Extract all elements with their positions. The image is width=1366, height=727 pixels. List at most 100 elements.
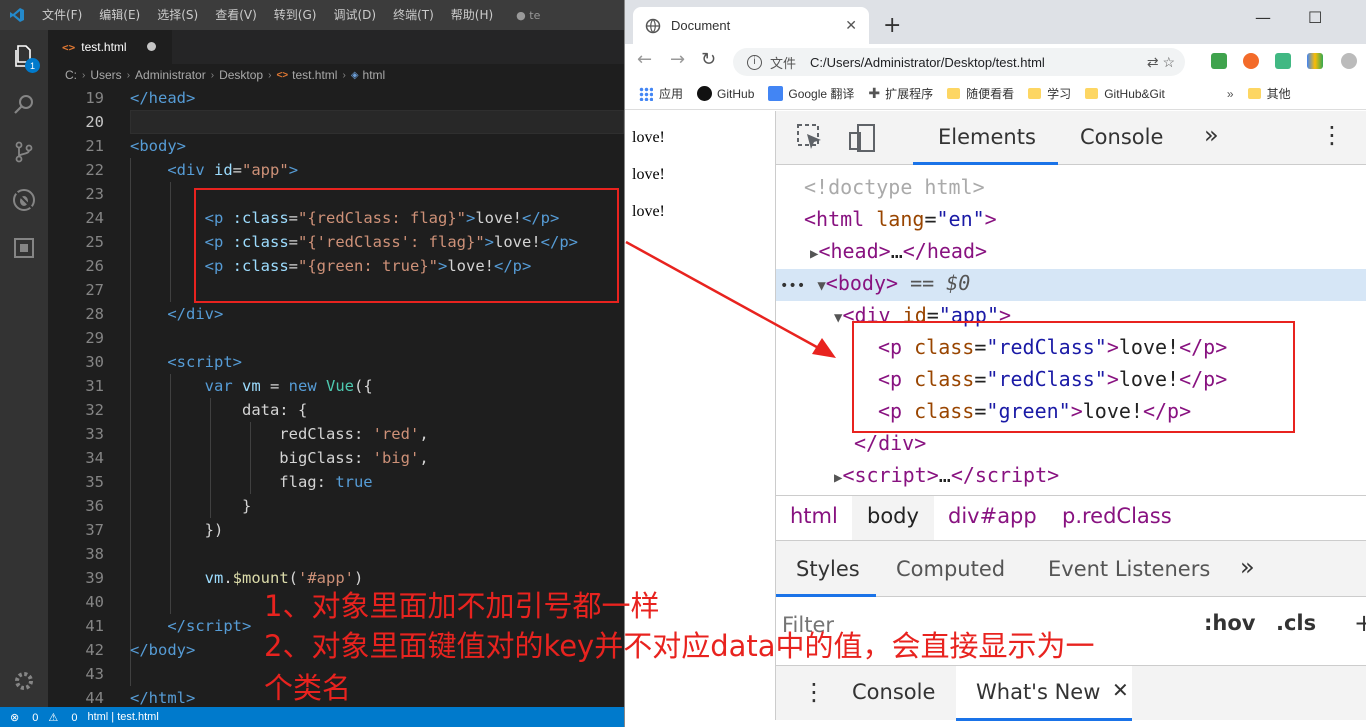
activity-bar: 1 [0, 30, 48, 707]
menu-debug[interactable]: 调试(D) [325, 0, 385, 30]
cls-toggle[interactable]: .cls [1276, 611, 1316, 635]
close-drawer-tab-icon[interactable]: ✕ [1112, 678, 1129, 702]
more-bookmarks-icon[interactable]: » [1227, 87, 1234, 101]
code-highlight-box [194, 188, 619, 303]
forward-arrow-icon[interactable]: → [670, 49, 685, 70]
crumb-div-app[interactable]: div#app [948, 504, 1037, 528]
breadcrumb-item[interactable]: Administrator [135, 68, 206, 82]
code-line: 37 }) [85, 521, 224, 539]
address-url: C:/Users/Administrator/Desktop/test.html [810, 54, 1045, 70]
gear-icon [15, 672, 33, 690]
minimize-button[interactable]: — [1255, 8, 1271, 27]
adblock-extension-icon[interactable] [1211, 53, 1227, 69]
annotation-note-2: 2、对象里面键值对的key并不对应data中的值，会直接显示为一 [264, 629, 1095, 663]
browser-tab[interactable]: Document ✕ [633, 7, 869, 44]
maximize-button[interactable]: ☐ [1308, 8, 1322, 27]
infinity-extension-icon[interactable] [1243, 53, 1259, 69]
unsaved-dot-icon[interactable] [147, 42, 156, 51]
drawer-tab-console[interactable]: Console [852, 680, 935, 704]
debug-icon [13, 189, 35, 211]
debug-button[interactable] [0, 176, 48, 224]
code-line: 22 <div id="app"> [85, 161, 299, 179]
bookmark-folder[interactable]: 随便看看 [947, 85, 1014, 102]
status-crumb[interactable]: html | test.html [87, 711, 158, 723]
bookmark-extensions[interactable]: ✚ 扩展程序 [868, 85, 933, 102]
translate-star-icons[interactable]: ⇄ ☆ [1147, 54, 1175, 71]
tab-label: test.html [81, 40, 127, 54]
inspect-element-icon[interactable] [796, 123, 824, 151]
menu-terminal[interactable]: 终端(T) [385, 0, 443, 30]
settings-button[interactable] [0, 657, 48, 705]
tab-console[interactable]: Console [1080, 125, 1163, 149]
hov-toggle[interactable]: :hov [1204, 611, 1255, 635]
editor-tabs: <> test.html [48, 30, 624, 64]
explorer-button[interactable]: 1 [0, 32, 48, 80]
more-tabs-icon[interactable]: » [1240, 553, 1255, 581]
breadcrumb-item[interactable]: Users [90, 68, 121, 82]
address-bar[interactable]: i 文件 C:/Users/Administrator/Desktop/test… [733, 48, 1185, 76]
device-toggle-icon[interactable] [848, 123, 878, 153]
info-icon[interactable]: i [747, 54, 762, 70]
menu-file[interactable]: 文件(F) [34, 0, 91, 30]
extensions-button[interactable] [0, 224, 48, 272]
menu-help[interactable]: 帮助(H) [443, 0, 502, 30]
crumb-p-redclass[interactable]: p.redClass [1062, 504, 1172, 528]
menu-bar: 文件(F) 编辑(E) 选择(S) 查看(V) 转到(G) 调试(D) 终端(T… [34, 0, 502, 30]
errors-status[interactable]: ⊗ 0 [10, 711, 38, 724]
drawer-tab-whats-new[interactable]: What's New [976, 680, 1100, 704]
tab-elements[interactable]: Elements [938, 125, 1036, 149]
crumb-body[interactable]: body [867, 504, 919, 528]
extensions-icon [14, 238, 34, 258]
folder-icon [1247, 88, 1261, 99]
tab-event-listeners[interactable]: Event Listeners [1048, 557, 1210, 581]
extension-icon[interactable] [1307, 53, 1323, 69]
search-button[interactable] [0, 80, 48, 128]
tab-computed[interactable]: Computed [896, 557, 1005, 581]
reload-icon[interactable]: ↻ [701, 49, 716, 70]
source-control-button[interactable] [0, 128, 48, 176]
breadcrumb-item[interactable]: html [363, 68, 386, 82]
vue-devtools-icon[interactable] [1275, 53, 1291, 69]
html-file-icon: <> [62, 40, 76, 54]
bookmark-folder[interactable]: GitHub&Git [1085, 87, 1165, 101]
menu-edit[interactable]: 编辑(E) [91, 0, 149, 30]
bookmark-apps[interactable]: 应用 [639, 85, 683, 102]
tab-styles[interactable]: Styles [796, 557, 860, 581]
menu-view[interactable]: 查看(V) [207, 0, 266, 30]
close-tab-icon[interactable]: ✕ [845, 17, 857, 34]
dom-node[interactable]: ▶<script>…</script> [834, 459, 1059, 491]
new-tab-button[interactable]: + [883, 13, 901, 38]
avatar[interactable] [1341, 53, 1357, 69]
breadcrumb-item[interactable]: test.html [292, 68, 337, 82]
add-style-rule-icon[interactable]: + [1354, 609, 1366, 637]
breadcrumb-item[interactable]: Desktop [219, 68, 263, 82]
menu-selection[interactable]: 选择(S) [149, 0, 207, 30]
devtools-toolbar: Elements Console » ⋮ [776, 111, 1366, 165]
kebab-menu-icon[interactable]: ⋮ [1320, 121, 1344, 149]
drawer-menu-icon[interactable]: ⋮ [802, 678, 826, 706]
bookmark-folder[interactable]: 学习 [1028, 85, 1071, 102]
dom-node-body[interactable]: ••• ▼<body> == $0 [780, 267, 970, 299]
more-tabs-icon[interactable]: » [1204, 121, 1219, 149]
menu-goto[interactable]: 转到(G) [266, 0, 326, 30]
bookmark-other[interactable]: 其他 [1247, 85, 1291, 102]
dom-node[interactable]: <html lang="en"> [804, 203, 997, 235]
tab-test-html[interactable]: <> test.html [48, 30, 172, 64]
source-control-icon [15, 141, 33, 163]
apps-icon [639, 86, 653, 101]
back-arrow-icon[interactable]: ← [637, 49, 652, 70]
dom-tree[interactable]: <!doctype html> <html lang="en"> ▶<head>… [776, 165, 1366, 495]
chrome-window: Document ✕ + — ☐ ← → ↻ i 文件 C:/Users/Adm… [624, 0, 1366, 727]
code-line: 36 } [85, 497, 252, 515]
dom-node[interactable]: ▶<head>…</head> [810, 235, 987, 267]
crumb-html[interactable]: html [790, 504, 838, 528]
annotation-note-1: 1、对象里面加不加引号都一样 [264, 589, 660, 623]
bookmark-google-translate[interactable]: Google 翻译 [768, 85, 854, 102]
warnings-status[interactable]: ⚠ 0 [48, 711, 77, 724]
bookmark-github[interactable]: GitHub [697, 86, 754, 101]
code-line: 19 </head> [85, 89, 196, 107]
tab-strip: Document ✕ + — ☐ [625, 0, 1366, 44]
breadcrumb-item[interactable]: C: [65, 68, 77, 82]
code-line: 31 var vm = new Vue({ [85, 377, 373, 395]
dom-node[interactable]: <!doctype html> [804, 171, 985, 203]
